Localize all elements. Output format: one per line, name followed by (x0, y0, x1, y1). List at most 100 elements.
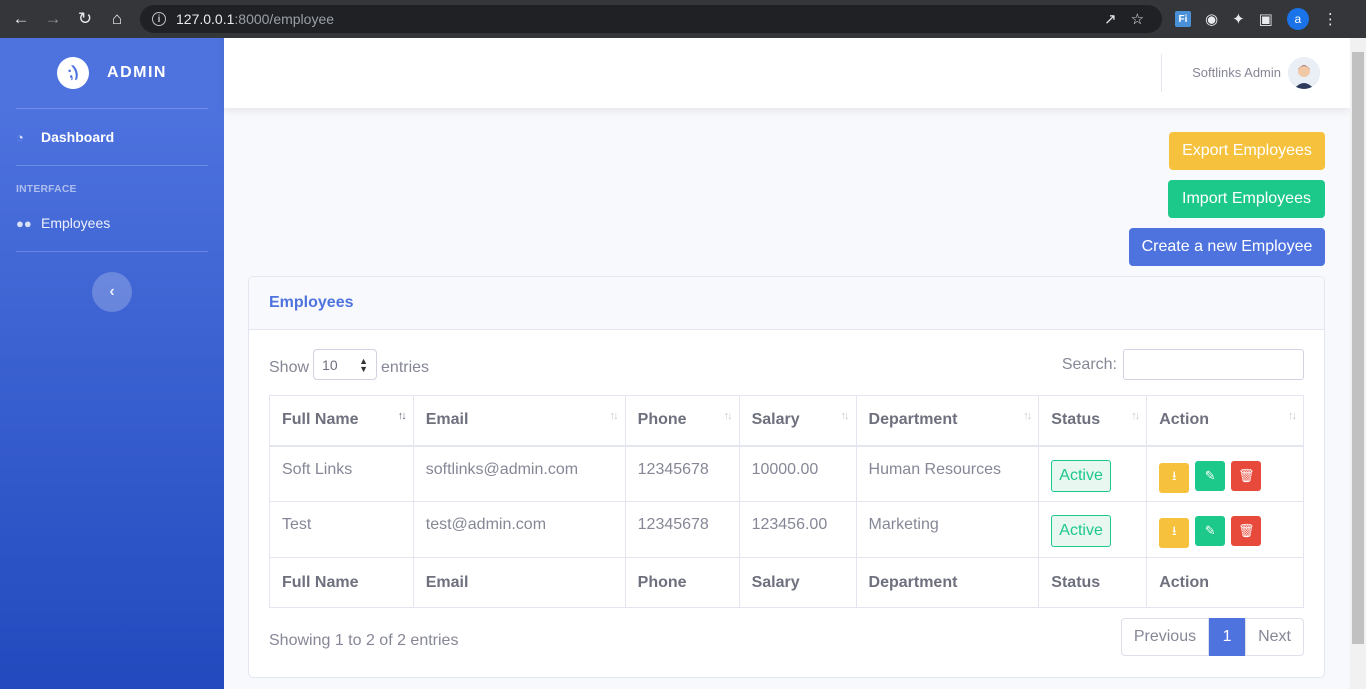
card-title: Employees (269, 294, 354, 311)
table-header-row: Full Name ↑↓ Email ↑↓ Phone ↑↓ Salary ↑↓ Dep… (269, 395, 1304, 447)
column-header[interactable]: Department ↑↓ (855, 395, 1040, 447)
extension-fi-icon[interactable]: Fi (1175, 11, 1191, 27)
avatar[interactable] (1288, 57, 1320, 89)
footer-header: Action (1146, 557, 1304, 608)
users-icon: ●● (16, 215, 32, 231)
footer-header: Department (855, 557, 1040, 608)
column-header[interactable]: Full Name ↑↓ (269, 395, 414, 447)
employees-table: Full Name ↑↓ Email ↑↓ Phone ↑↓ Salary ↑↓ Dep… (269, 395, 1304, 608)
employees-card: Employees Show 10 ▲ ▼ entries Search: Ful… (248, 276, 1325, 678)
edit-icon: ✎ (1204, 467, 1216, 483)
table-info: Showing 1 to 2 of 2 entries (269, 632, 459, 649)
sort-icon: ↑↓ (1288, 410, 1297, 422)
page-scrollbar[interactable] (1350, 38, 1366, 689)
trash-icon: 🗑 (1237, 467, 1255, 483)
column-header[interactable]: Action ↑↓ (1146, 395, 1304, 447)
page-1-button[interactable]: 1 (1209, 618, 1246, 656)
export-employees-button[interactable]: Export Employees (1169, 132, 1325, 170)
cell-status: Active (1038, 445, 1148, 502)
extensions-area: Fi ◉ ✦ ▣ a ⋮ (1175, 8, 1338, 30)
create-employee-button[interactable]: Create a new Employee (1129, 228, 1325, 266)
card-header: Employees (249, 277, 1324, 330)
url-path: :8000/employee (234, 11, 335, 27)
user-name[interactable]: Softlinks Admin (1192, 65, 1281, 80)
sidebar-heading: INTERFACE (16, 184, 77, 195)
table-controls: Show 10 ▲ ▼ entries Search: (269, 349, 1304, 381)
cell-full-name: Test (269, 501, 414, 558)
scrollbar-thumb[interactable] (1352, 52, 1364, 644)
footer-header: Salary (738, 557, 857, 608)
download-button[interactable]: ⭳ (1159, 518, 1190, 548)
sidebar-toggle-button[interactable]: ‹ (92, 272, 132, 312)
next-button[interactable]: Next (1245, 618, 1304, 656)
cell-salary: 10000.00 (738, 445, 857, 502)
status-badge: Active (1051, 459, 1111, 492)
cell-email: test@admin.com (412, 501, 626, 558)
delete-button[interactable]: 🗑 (1231, 460, 1262, 491)
puzzle-icon[interactable]: ✦ (1232, 10, 1245, 28)
reload-icon[interactable]: ↻ (69, 0, 101, 38)
table-row: Test test@admin.com 12345678 123456.00 M… (269, 501, 1304, 558)
forward-icon[interactable]: → (37, 0, 69, 38)
edit-button[interactable]: ✎ (1195, 516, 1226, 546)
trash-icon: 🗑 (1237, 523, 1255, 538)
delete-button[interactable]: 🗑 (1231, 516, 1262, 546)
cell-status: Active (1038, 501, 1148, 558)
home-icon[interactable]: ⌂ (101, 0, 133, 38)
previous-button[interactable]: Previous (1120, 618, 1210, 656)
star-icon[interactable]: ☆ (1131, 10, 1144, 28)
search-input[interactable] (1123, 349, 1304, 380)
url-host: 127.0.0.1 (176, 11, 235, 27)
column-header[interactable]: Email ↑↓ (412, 395, 626, 447)
import-employees-button[interactable]: Import Employees (1168, 180, 1325, 218)
cell-department: Marketing (855, 501, 1040, 558)
pagination: Previous 1 Next (1120, 618, 1304, 656)
cell-department: Human Resources (855, 445, 1040, 502)
sidepanel-icon[interactable]: ▣ (1259, 10, 1273, 28)
profile-avatar[interactable]: a (1286, 8, 1309, 30)
cell-actions: ⭳ ✎ 🗑 (1146, 501, 1304, 558)
sort-icon: ↑↓ (840, 410, 850, 422)
column-header[interactable]: Salary ↑↓ (738, 395, 857, 447)
sort-icon: ↑↓ (1131, 410, 1140, 422)
download-icon: ⭳ (1171, 467, 1177, 483)
download-icon: ⭳ (1171, 523, 1177, 538)
topbar-divider (1161, 54, 1162, 92)
brand-title: ADMIN (107, 64, 167, 81)
length-control: Show 10 ▲ ▼ entries (269, 349, 430, 380)
sidebar: ;) ADMIN ◔ Dashboard INTERFACE ●● Employ… (0, 38, 224, 689)
edit-icon: ✎ (1204, 523, 1216, 538)
sort-arrows-icon: ▲ ▼ (359, 355, 369, 374)
back-icon[interactable]: ← (5, 0, 37, 38)
sidebar-item-employees[interactable]: ●● Employees (0, 203, 224, 243)
cell-email: softlinks@admin.com (412, 445, 626, 502)
sort-icon: ↑↓ (397, 410, 407, 422)
sidebar-divider (16, 251, 208, 252)
cell-phone: 12345678 (624, 445, 740, 502)
column-header[interactable]: Phone ↑↓ (624, 395, 740, 447)
sidebar-item-label: Dashboard (41, 129, 115, 145)
entries-select[interactable]: 10 ▲ ▼ (313, 349, 378, 380)
menu-icon[interactable]: ⋮ (1323, 10, 1338, 28)
status-badge: Active (1051, 515, 1111, 547)
table-footer-row: Full Name Email Phone Salary Department … (269, 557, 1304, 608)
table-row: Soft Links softlinks@admin.com 12345678 … (269, 445, 1304, 502)
entries-value: 10 (322, 356, 338, 373)
camera-icon[interactable]: ◉ (1205, 10, 1218, 28)
sidebar-item-dashboard[interactable]: ◔ Dashboard (0, 109, 224, 165)
sidebar-item-label: Employees (41, 215, 111, 231)
cell-phone: 12345678 (624, 501, 740, 558)
entries-label: entries (381, 358, 430, 376)
cell-actions: ⭳ ✎ 🗑 (1146, 445, 1304, 502)
sort-icon: ↑↓ (609, 410, 619, 422)
info-icon[interactable]: i (152, 12, 166, 26)
edit-button[interactable]: ✎ (1195, 460, 1226, 491)
address-bar[interactable]: i 127.0.0.1:8000/employee (140, 5, 1162, 33)
cell-full-name: Soft Links (269, 445, 414, 502)
column-header[interactable]: Status ↑↓ (1038, 395, 1148, 447)
topbar: Softlinks Admin (224, 38, 1350, 108)
share-icon[interactable]: ↗ (1104, 10, 1117, 28)
sidebar-brand[interactable]: ;) ADMIN (0, 38, 224, 108)
download-button[interactable]: ⭳ (1159, 462, 1190, 493)
omnibox-actions: ↗ ☆ (1104, 8, 1144, 30)
